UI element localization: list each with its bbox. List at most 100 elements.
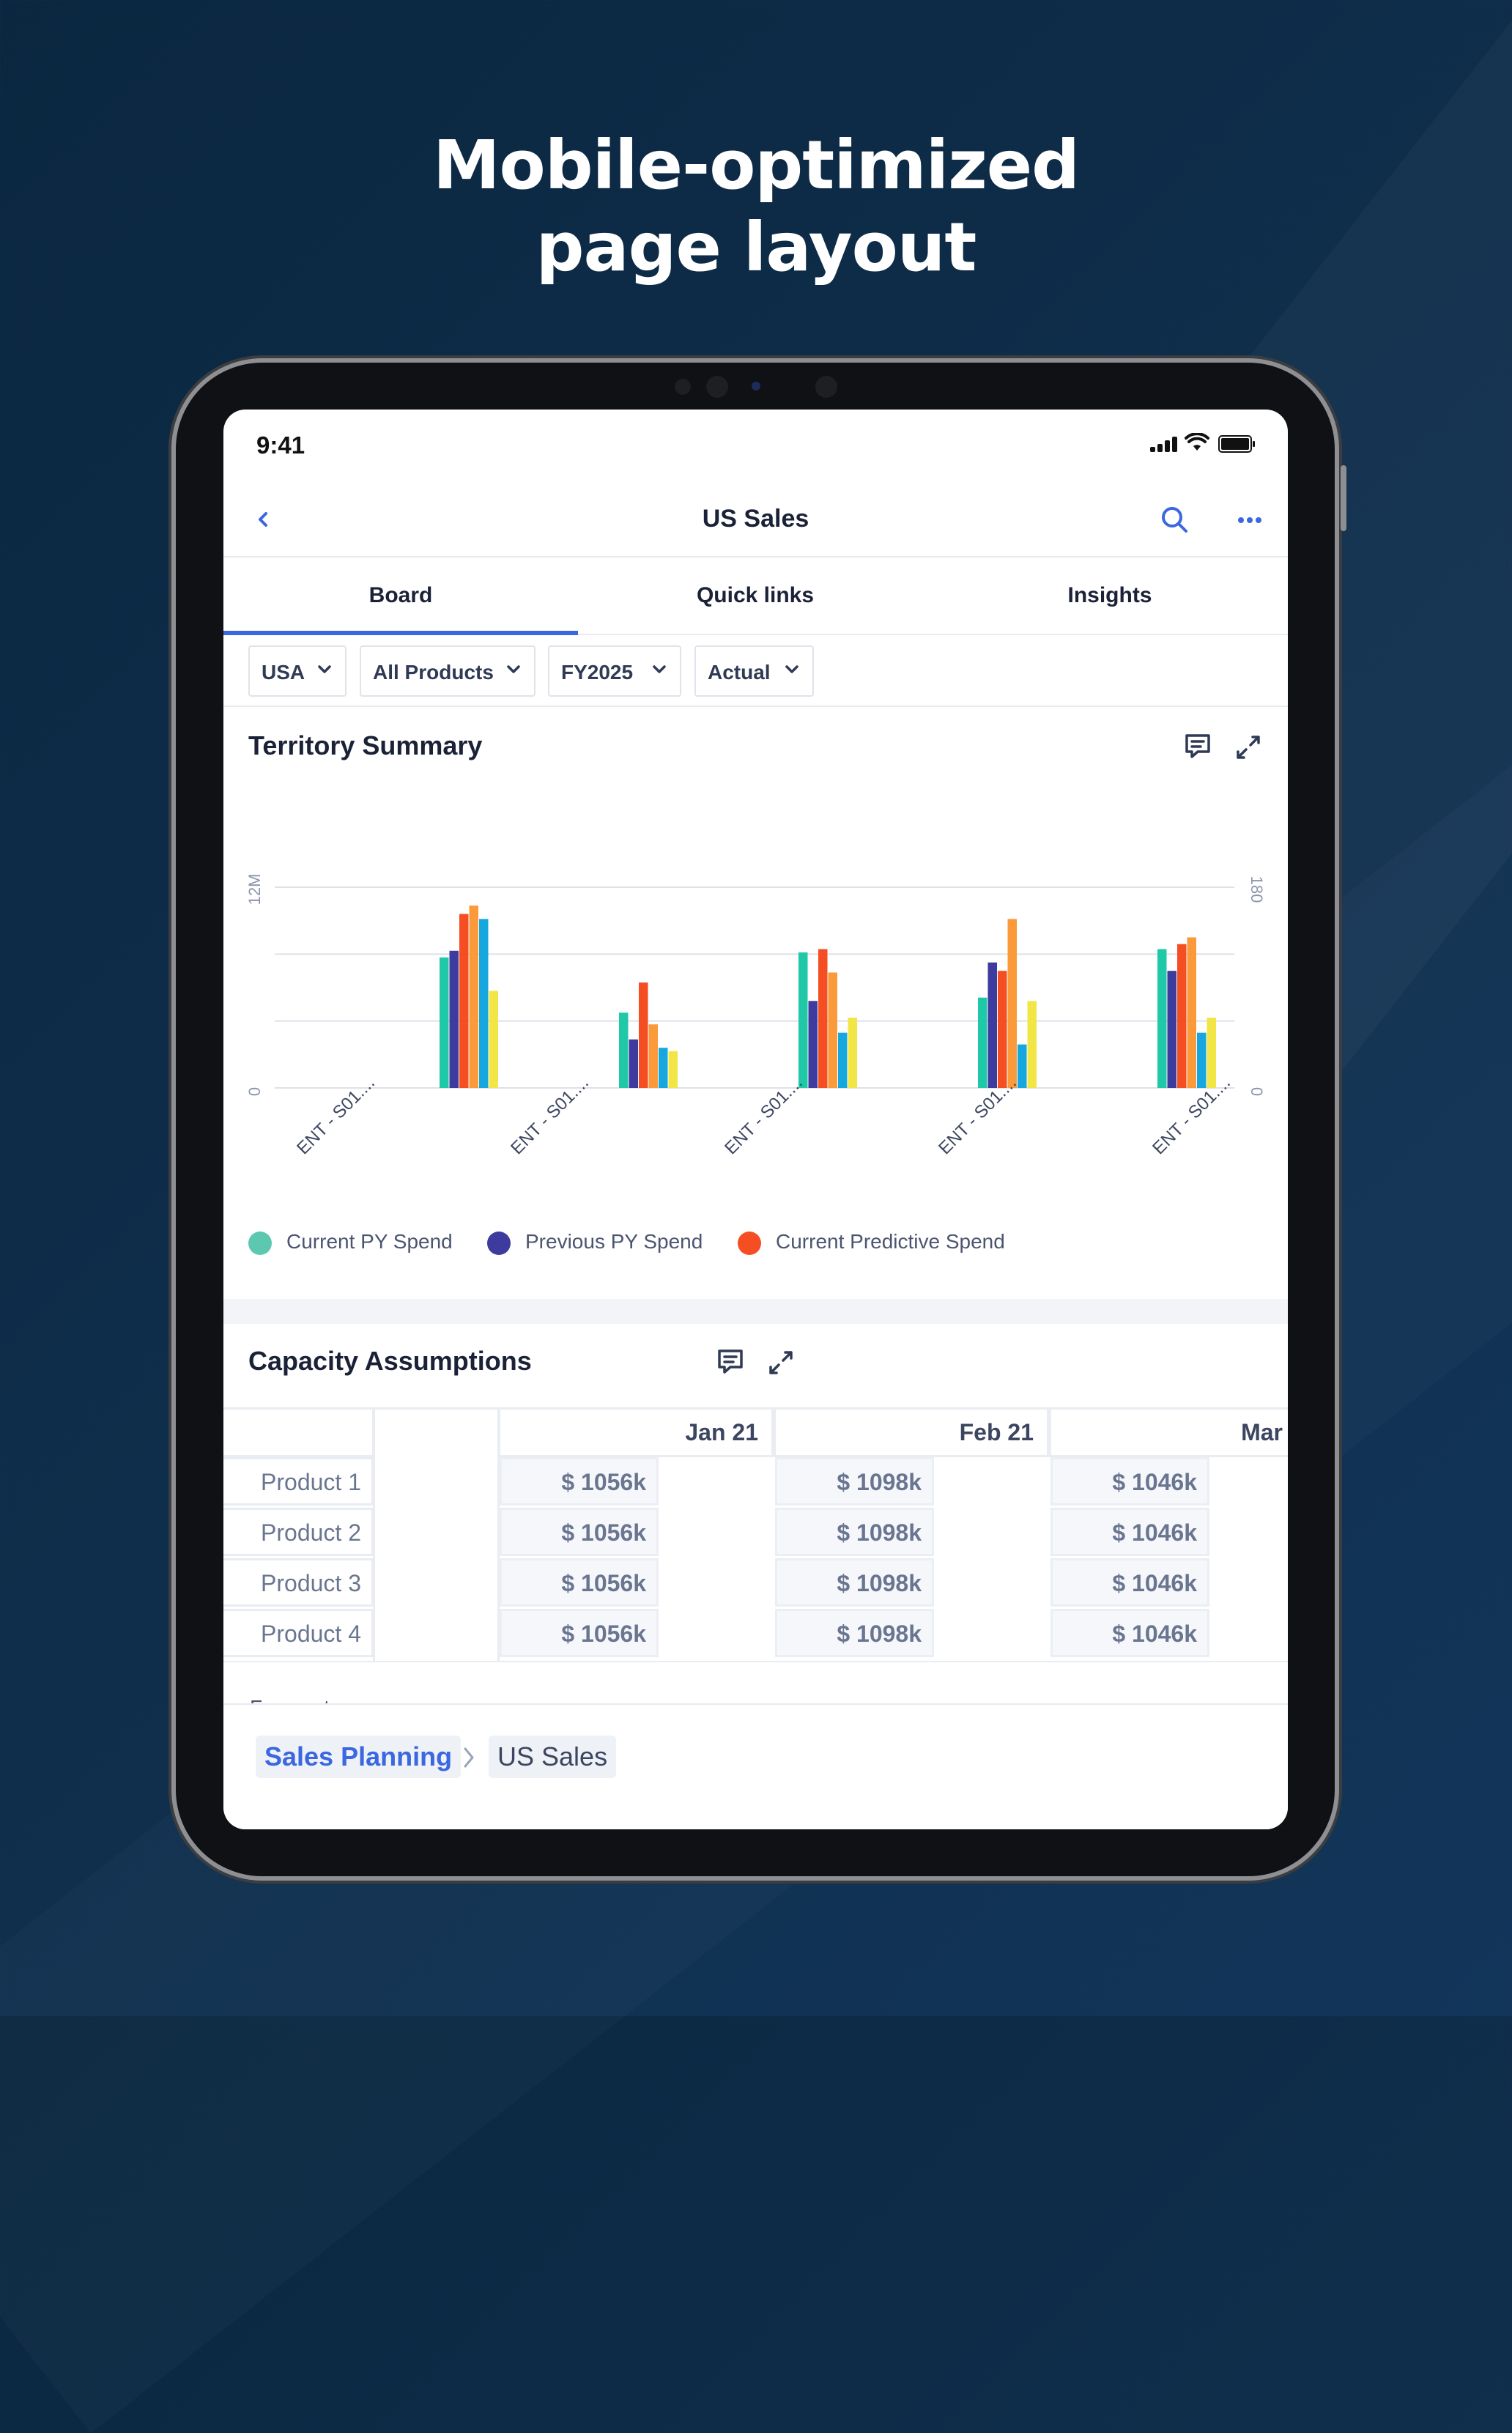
comment-icon[interactable]: [716, 1347, 745, 1377]
navigation-bar: US Sales: [223, 483, 1288, 558]
comment-icon[interactable]: [1183, 732, 1212, 761]
chart-bar[interactable]: [469, 906, 479, 1088]
chart-bar[interactable]: [1177, 944, 1187, 1088]
chart-bar[interactable]: [808, 1001, 818, 1088]
table-corner-cell: [223, 1407, 374, 1457]
legend-item-previous-py-spend[interactable]: Previous PY Spend: [487, 1230, 703, 1255]
table-bottom-border: [223, 1661, 1288, 1662]
tab-board[interactable]: Board: [223, 558, 578, 635]
table-cell[interactable]: $ 1056k: [500, 1457, 659, 1506]
section-gap: [223, 1299, 1288, 1324]
chart-bar[interactable]: [668, 1051, 678, 1088]
territory-bar-chart: ENT - S01.... ENT - S01.... ENT - S01.... E…: [245, 874, 1266, 1159]
tab-insights[interactable]: Insights: [933, 558, 1287, 634]
chart-bar[interactable]: [838, 1032, 848, 1088]
table-cell[interactable]: $ 1046k: [1050, 1609, 1209, 1657]
legend-item-current-predictive-spend[interactable]: Current Predictive Spend: [738, 1230, 1005, 1255]
chart-bar[interactable]: [1187, 937, 1197, 1089]
table-cell[interactable]: $ 1056k: [500, 1508, 659, 1556]
page-title: US Sales: [702, 505, 809, 533]
table-cell[interactable]: $ 1056k: [500, 1609, 659, 1657]
table-cell[interactable]: $ 1098k: [775, 1558, 934, 1607]
table-cell[interactable]: $ 1098k: [775, 1457, 934, 1506]
chart-bar[interactable]: [848, 1018, 858, 1088]
search-icon[interactable]: [1160, 505, 1190, 536]
chart-bar[interactable]: [818, 949, 828, 1088]
expand-icon[interactable]: [1234, 733, 1262, 761]
table-cell[interactable]: $ 1098k: [775, 1508, 934, 1556]
chart-bar[interactable]: [1027, 1001, 1037, 1088]
side-button: [1341, 465, 1346, 531]
headline: Mobile-optimized page layout: [0, 125, 1512, 289]
legend-swatch: [487, 1232, 511, 1255]
chart-bar[interactable]: [459, 914, 469, 1088]
x-axis-tick-label: ENT - S01....: [293, 1073, 379, 1158]
column-header-jan-21: Jan 21: [498, 1407, 774, 1457]
chart-bar[interactable]: [449, 950, 459, 1088]
table-cell[interactable]: $ 1056k: [500, 1558, 659, 1607]
legend-label: Previous PY Spend: [525, 1230, 703, 1253]
chart-bar[interactable]: [1197, 1032, 1207, 1088]
tablet-frame: 9:41 US Sales Board Quick links Insights…: [176, 363, 1346, 1876]
app-screen: 9:41 US Sales Board Quick links Insights…: [223, 410, 1288, 1829]
legend-label: Current Predictive Spend: [776, 1230, 1005, 1253]
chart-bar[interactable]: [440, 957, 449, 1088]
column-header-feb-21: Feb 21: [774, 1407, 1049, 1457]
chart-bar[interactable]: [1167, 971, 1177, 1088]
filter-year-dropdown[interactable]: FY2025: [548, 645, 681, 697]
more-options-icon[interactable]: [1237, 515, 1262, 525]
y-axis-left-max: 12M: [245, 874, 264, 906]
filter-version-dropdown[interactable]: Actual: [694, 645, 814, 697]
y-axis-right-min: 0: [1248, 1087, 1266, 1096]
signal-icon: [1150, 436, 1178, 452]
headline-line-1: Mobile-optimized: [432, 126, 1080, 204]
table-cell[interactable]: $ 1046k: [1050, 1558, 1209, 1607]
chart-bar[interactable]: [1207, 1018, 1217, 1088]
chart-bar[interactable]: [1018, 1044, 1027, 1088]
breadcrumb-sales-planning[interactable]: Sales Planning: [256, 1736, 462, 1778]
chart-bar[interactable]: [798, 952, 808, 1088]
chart-bar[interactable]: [1157, 949, 1167, 1088]
table-cell[interactable]: $ 1046k: [1050, 1457, 1209, 1506]
chart-bar[interactable]: [987, 962, 998, 1088]
chart-bar[interactable]: [828, 972, 838, 1088]
chart-bar[interactable]: [479, 919, 489, 1088]
chevron-down-icon: [507, 665, 520, 673]
camera-dot: [815, 376, 837, 398]
tab-quick-links[interactable]: Quick links: [578, 558, 933, 634]
divider: [223, 706, 1288, 707]
chart-bar[interactable]: [659, 1048, 668, 1088]
expand-icon[interactable]: [767, 1349, 795, 1377]
status-bar: 9:41: [223, 410, 1288, 483]
legend-swatch: [738, 1232, 761, 1255]
chart-bar[interactable]: [1007, 919, 1018, 1088]
table-cell[interactable]: $ 1046k: [1050, 1508, 1209, 1556]
filter-country-dropdown[interactable]: USA: [248, 645, 346, 697]
table-spacer-column: [373, 1456, 500, 1662]
chart-bar[interactable]: [629, 1039, 639, 1088]
filter-label: All Products: [373, 661, 494, 684]
chart-bar[interactable]: [998, 971, 1007, 1088]
row-label-product-3: Product 3: [223, 1558, 374, 1607]
chart-bar[interactable]: [648, 1024, 659, 1088]
sensor-dot: [752, 382, 760, 390]
table-cell[interactable]: $ 1098k: [775, 1609, 934, 1657]
filter-products-dropdown[interactable]: All Products: [360, 645, 536, 697]
legend-item-current-py-spend[interactable]: Current PY Spend: [248, 1230, 453, 1255]
wifi-icon: [1185, 433, 1209, 451]
chart-bar[interactable]: [978, 997, 987, 1088]
status-time: 9:41: [256, 432, 305, 459]
chart-bar[interactable]: [639, 982, 648, 1088]
chevron-down-icon: [785, 665, 798, 673]
chevron-right-icon: [464, 1747, 474, 1768]
chart-bar[interactable]: [619, 1012, 629, 1088]
capacity-table: Jan 21 Feb 21 Mar Product 1 Product 2 Pr…: [223, 1407, 1288, 1664]
chart-bar[interactable]: [489, 990, 499, 1088]
legend-swatch: [248, 1232, 272, 1255]
chevron-down-icon: [318, 665, 331, 673]
tab-bar: Board Quick links Insights: [223, 558, 1288, 635]
breadcrumb-bar: Sales Planning US Sales: [223, 1703, 1288, 1829]
filter-label: USA: [262, 661, 305, 684]
breadcrumb-us-sales[interactable]: US Sales: [489, 1736, 617, 1778]
column-header-mar: Mar: [1049, 1407, 1288, 1457]
